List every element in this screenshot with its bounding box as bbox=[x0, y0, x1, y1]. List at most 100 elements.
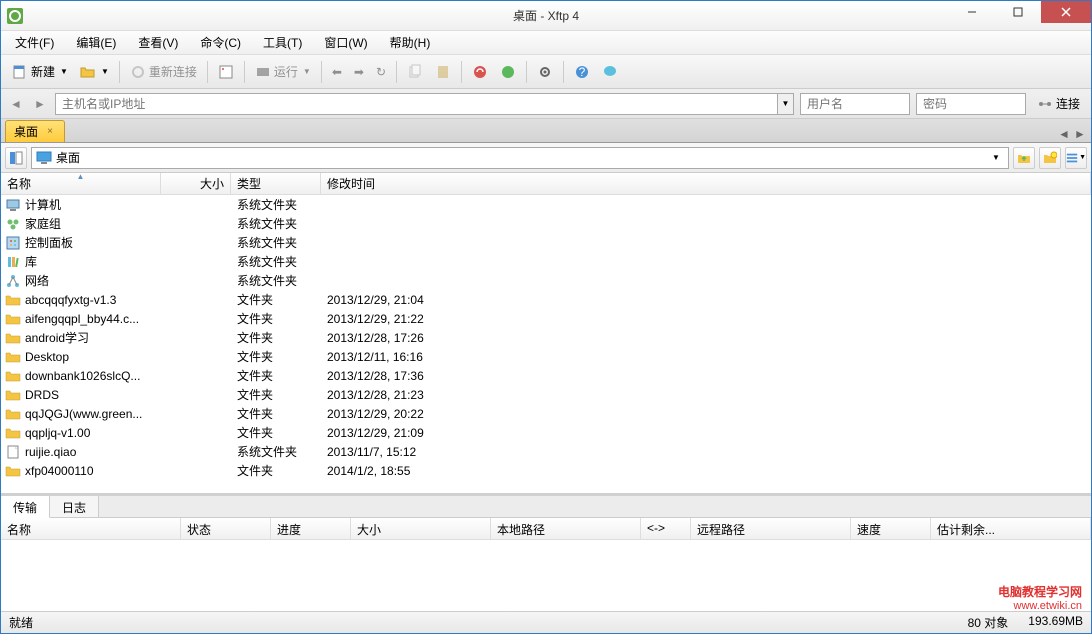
arrow-left-icon: ⬅ bbox=[332, 65, 342, 79]
tcol-local[interactable]: 本地路径 bbox=[491, 518, 641, 539]
tcol-status[interactable]: 状态 bbox=[181, 518, 271, 539]
file-type-cell: 系统文件夹 bbox=[231, 253, 321, 270]
session-tabbar: 桌面 × ◄ ► bbox=[1, 119, 1091, 143]
status-size: 193.69MB bbox=[1028, 614, 1083, 631]
file-date-cell: 2013/12/29, 20:22 bbox=[321, 407, 1091, 421]
open-button[interactable]: ▼ bbox=[75, 60, 114, 84]
nav-left-button[interactable]: ◄ bbox=[7, 95, 25, 113]
file-row[interactable]: 库系统文件夹 bbox=[1, 252, 1091, 271]
menu-edit[interactable]: 编辑(E) bbox=[72, 32, 120, 53]
menu-help[interactable]: 帮助(H) bbox=[386, 32, 435, 53]
list-view-icon bbox=[1066, 151, 1078, 165]
titlebar: 桌面 - Xftp 4 bbox=[1, 1, 1091, 31]
toggle-tree-button[interactable] bbox=[5, 147, 27, 169]
help-button[interactable]: ? bbox=[569, 60, 595, 84]
host-dropdown[interactable]: ▼ bbox=[778, 93, 794, 115]
reconnect-button[interactable]: 重新连接 bbox=[125, 60, 202, 84]
file-row[interactable]: android学习文件夹2013/12/28, 17:26 bbox=[1, 328, 1091, 347]
new-folder-button[interactable] bbox=[1039, 147, 1061, 169]
chat-button[interactable] bbox=[597, 60, 623, 84]
file-row[interactable]: qqJQGJ(www.green...文件夹2013/12/29, 20:22 bbox=[1, 404, 1091, 423]
sync-button[interactable] bbox=[495, 60, 521, 84]
path-combo[interactable]: 桌面 ▼ bbox=[31, 147, 1009, 169]
file-row[interactable]: DRDS文件夹2013/12/28, 21:23 bbox=[1, 385, 1091, 404]
tab-close-button[interactable]: × bbox=[44, 126, 56, 138]
copy-button[interactable] bbox=[402, 60, 428, 84]
file-row[interactable]: downbank1026slcQ...文件夹2013/12/28, 17:36 bbox=[1, 366, 1091, 385]
file-row[interactable]: 计算机系统文件夹 bbox=[1, 195, 1091, 214]
nav-right-button[interactable]: ► bbox=[31, 95, 49, 113]
file-row[interactable]: ruijie.qiao系统文件夹2013/11/7, 15:12 bbox=[1, 442, 1091, 461]
separator bbox=[461, 61, 462, 83]
run-button[interactable]: 运行▼ bbox=[250, 60, 316, 84]
connect-icon bbox=[1037, 96, 1053, 112]
paste-button[interactable] bbox=[430, 60, 456, 84]
tcol-name[interactable]: 名称 bbox=[1, 518, 181, 539]
file-name-cell: ruijie.qiao bbox=[1, 444, 161, 460]
col-name[interactable]: 名称▲ bbox=[1, 173, 161, 194]
file-name: android学习 bbox=[25, 329, 89, 346]
view-mode-button[interactable]: ▼ bbox=[1065, 147, 1087, 169]
file-type-cell: 文件夹 bbox=[231, 348, 321, 365]
col-type[interactable]: 类型 bbox=[231, 173, 321, 194]
file-row[interactable]: aifengqqpl_bby44.c...文件夹2013/12/29, 21:2… bbox=[1, 309, 1091, 328]
file-row[interactable]: 网络系统文件夹 bbox=[1, 271, 1091, 290]
close-button[interactable] bbox=[1041, 1, 1091, 23]
transfer-pane: 传输 日志 名称 状态 进度 大小 本地路径 <-> 远程路径 速度 估计剩余.… bbox=[1, 493, 1091, 611]
user-input[interactable] bbox=[807, 94, 903, 114]
pass-input[interactable] bbox=[923, 94, 1019, 114]
menu-view[interactable]: 查看(V) bbox=[134, 32, 182, 53]
minimize-button[interactable] bbox=[949, 1, 995, 23]
reconnect-label: 重新连接 bbox=[149, 63, 197, 80]
app-icon bbox=[7, 8, 23, 24]
tcol-speed[interactable]: 速度 bbox=[851, 518, 931, 539]
settings-button[interactable] bbox=[532, 60, 558, 84]
tab-transfer[interactable]: 传输 bbox=[1, 496, 50, 518]
tcol-direction[interactable]: <-> bbox=[641, 518, 691, 539]
file-row[interactable]: 控制面板系统文件夹 bbox=[1, 233, 1091, 252]
new-button[interactable]: 新建▼ bbox=[7, 60, 73, 84]
file-type-cell: 系统文件夹 bbox=[231, 234, 321, 251]
toolbar: 新建▼ ▼ 重新连接 运行▼ ⬅ ➡ ↻ ? bbox=[1, 55, 1091, 89]
tcol-size[interactable]: 大小 bbox=[351, 518, 491, 539]
file-list[interactable]: 计算机系统文件夹家庭组系统文件夹控制面板系统文件夹库系统文件夹网络系统文件夹ab… bbox=[1, 195, 1091, 493]
file-row[interactable]: 家庭组系统文件夹 bbox=[1, 214, 1091, 233]
menu-file[interactable]: 文件(F) bbox=[11, 32, 58, 53]
tcol-remote[interactable]: 远程路径 bbox=[691, 518, 851, 539]
tab-prev-button[interactable]: ◄ bbox=[1057, 126, 1071, 142]
file-row[interactable]: abcqqqfyxtg-v1.3文件夹2013/12/29, 21:04 bbox=[1, 290, 1091, 309]
tcol-progress[interactable]: 进度 bbox=[271, 518, 351, 539]
menu-window[interactable]: 窗口(W) bbox=[320, 32, 371, 53]
file-row[interactable]: Desktop文件夹2013/12/11, 16:16 bbox=[1, 347, 1091, 366]
session-tab-desktop[interactable]: 桌面 × bbox=[5, 120, 65, 142]
cancel-button[interactable] bbox=[467, 60, 493, 84]
file-row[interactable]: qqpljq-v1.00文件夹2013/12/29, 21:09 bbox=[1, 423, 1091, 442]
dropdown-arrow-icon: ▼ bbox=[60, 67, 68, 76]
menu-command[interactable]: 命令(C) bbox=[196, 32, 245, 53]
content-area: 名称▲ 大小 类型 修改时间 计算机系统文件夹家庭组系统文件夹控制面板系统文件夹… bbox=[1, 173, 1091, 493]
up-dir-button[interactable] bbox=[1013, 147, 1035, 169]
file-type-cell: 文件夹 bbox=[231, 329, 321, 346]
file-name: qqpljq-v1.00 bbox=[25, 426, 90, 440]
file-row[interactable]: xfp04000110文件夹2014/1/2, 18:55 bbox=[1, 461, 1091, 480]
homegroup-icon bbox=[5, 216, 21, 232]
tab-next-button[interactable]: ► bbox=[1073, 126, 1087, 142]
col-size[interactable]: 大小 bbox=[161, 173, 231, 194]
tcol-eta[interactable]: 估计剩余... bbox=[931, 518, 1091, 539]
tab-log[interactable]: 日志 bbox=[50, 496, 99, 517]
properties-button[interactable] bbox=[213, 60, 239, 84]
forward-button[interactable]: ➡ bbox=[349, 60, 369, 84]
window-title: 桌面 - Xftp 4 bbox=[513, 7, 579, 24]
path-dropdown[interactable]: ▼ bbox=[988, 153, 1004, 162]
dropdown-arrow-icon: ▼ bbox=[303, 67, 311, 76]
maximize-button[interactable] bbox=[995, 1, 1041, 23]
menu-tools[interactable]: 工具(T) bbox=[259, 32, 306, 53]
refresh-button[interactable]: ↻ bbox=[371, 60, 391, 84]
pathbar: 桌面 ▼ ▼ bbox=[1, 143, 1091, 173]
app-window: 桌面 - Xftp 4 文件(F) 编辑(E) 查看(V) 命令(C) 工具(T… bbox=[0, 0, 1092, 634]
col-date[interactable]: 修改时间 bbox=[321, 173, 1091, 194]
connect-button[interactable]: 连接 bbox=[1032, 92, 1085, 116]
host-input[interactable] bbox=[62, 94, 771, 114]
transfer-tabs: 传输 日志 bbox=[1, 496, 1091, 518]
back-button[interactable]: ⬅ bbox=[327, 60, 347, 84]
